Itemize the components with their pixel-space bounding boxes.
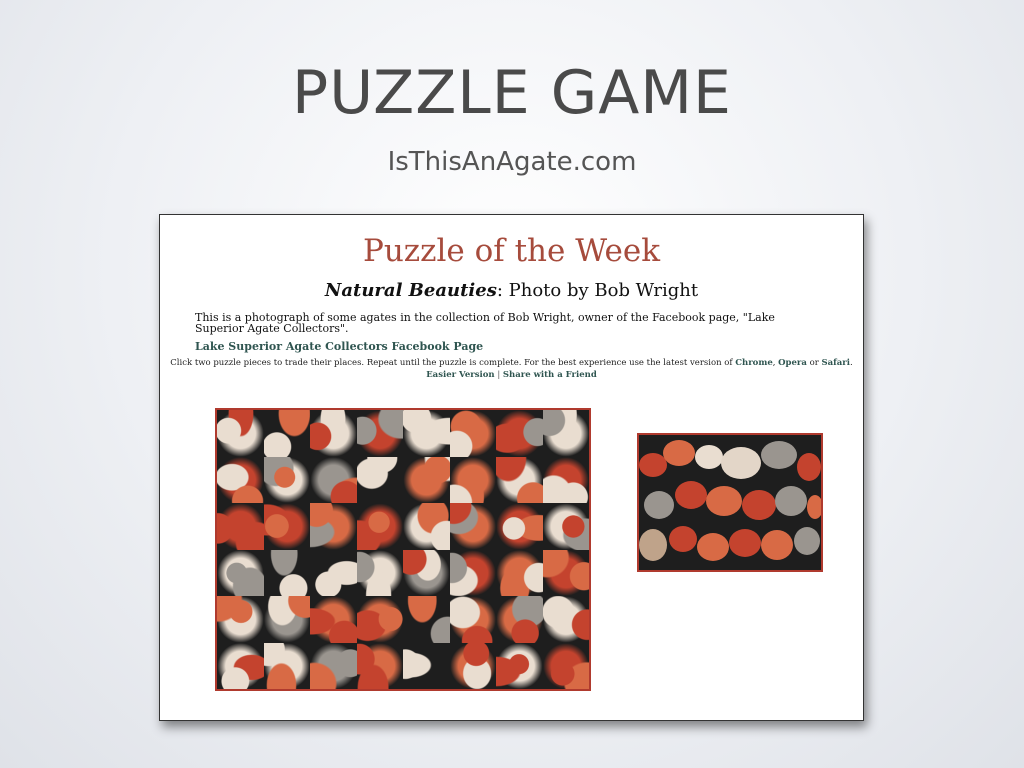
puzzle-piece[interactable]: [263, 642, 310, 689]
puzzle-piece[interactable]: [449, 549, 496, 596]
puzzle-piece[interactable]: [356, 549, 403, 596]
puzzle-piece[interactable]: [263, 456, 310, 503]
page-heading: Puzzle of the Week: [362, 233, 661, 269]
puzzle-piece[interactable]: [217, 549, 264, 596]
puzzle-piece[interactable]: [217, 596, 264, 643]
puzzle-piece[interactable]: [310, 642, 357, 689]
puzzle-piece[interactable]: [496, 596, 543, 643]
period-text: .: [850, 358, 853, 368]
puzzle-instructions: Click two puzzle pieces to trade their p…: [160, 358, 863, 369]
puzzle-piece[interactable]: [403, 549, 450, 596]
puzzle-piece[interactable]: [496, 642, 543, 689]
puzzle-piece[interactable]: [310, 596, 357, 643]
share-link[interactable]: Share with a Friend: [503, 370, 597, 380]
puzzle-piece[interactable]: [403, 456, 450, 503]
instructions-text: Click two puzzle pieces to trade their p…: [170, 358, 736, 368]
puzzle-piece[interactable]: [542, 549, 589, 596]
easier-version-link[interactable]: Easier Version: [426, 370, 494, 380]
puzzle-piece[interactable]: [542, 503, 589, 550]
photo-credit: : Photo by Bob Wright: [496, 280, 699, 301]
puzzle-piece[interactable]: [403, 596, 450, 643]
puzzle-piece[interactable]: [542, 410, 589, 457]
puzzle-piece[interactable]: [496, 456, 543, 503]
website-screenshot: Puzzle of the Week Natural Beauties: Pho…: [159, 214, 864, 721]
puzzle-piece[interactable]: [217, 456, 264, 503]
photo-title: Natural Beauties: [324, 280, 497, 301]
puzzle-piece[interactable]: [263, 549, 310, 596]
preview-agates: [639, 435, 821, 570]
safari-link[interactable]: Safari: [822, 358, 851, 368]
puzzle-piece[interactable]: [217, 503, 264, 550]
puzzle-piece[interactable]: [449, 503, 496, 550]
puzzle-piece[interactable]: [263, 410, 310, 457]
opera-link[interactable]: Opera: [778, 358, 807, 368]
puzzle-piece[interactable]: [496, 410, 543, 457]
puzzle-piece[interactable]: [449, 596, 496, 643]
puzzle-piece[interactable]: [356, 503, 403, 550]
puzzle-piece[interactable]: [449, 642, 496, 689]
puzzle-piece[interactable]: [542, 642, 589, 689]
facebook-page-link[interactable]: Lake Superior Agate Collectors Facebook …: [195, 340, 483, 353]
chrome-link[interactable]: Chrome: [735, 358, 773, 368]
puzzle-piece[interactable]: [356, 456, 403, 503]
puzzle-piece[interactable]: [496, 549, 543, 596]
links-row: Easier Version | Share with a Friend: [160, 370, 863, 381]
link-separator: |: [494, 370, 503, 380]
puzzle-piece[interactable]: [403, 503, 450, 550]
puzzle-piece[interactable]: [449, 456, 496, 503]
puzzle-piece[interactable]: [356, 596, 403, 643]
puzzle-piece[interactable]: [310, 549, 357, 596]
puzzle-piece[interactable]: [356, 410, 403, 457]
puzzle-preview-image: [637, 433, 823, 572]
puzzle-piece[interactable]: [217, 642, 264, 689]
puzzle-piece[interactable]: [217, 410, 264, 457]
puzzle-piece[interactable]: [542, 456, 589, 503]
slide-subtitle: IsThisAnAgate.com: [387, 147, 637, 177]
puzzle-piece[interactable]: [310, 456, 357, 503]
puzzle-piece[interactable]: [496, 503, 543, 550]
or-text: or: [806, 358, 822, 368]
puzzle-piece[interactable]: [310, 503, 357, 550]
puzzle-piece[interactable]: [403, 410, 450, 457]
photo-description: This is a photograph of some agates in t…: [195, 311, 775, 335]
puzzle-piece[interactable]: [310, 410, 357, 457]
puzzle-piece[interactable]: [356, 642, 403, 689]
puzzle-piece[interactable]: [449, 410, 496, 457]
puzzle-piece[interactable]: [542, 596, 589, 643]
puzzle-piece[interactable]: [263, 596, 310, 643]
slide-title: PUZZLE GAME: [292, 58, 732, 128]
puzzle-board: [215, 408, 591, 691]
photo-caption: Natural Beauties: Photo by Bob Wright: [160, 279, 863, 303]
puzzle-piece[interactable]: [403, 642, 450, 689]
puzzle-piece[interactable]: [263, 503, 310, 550]
